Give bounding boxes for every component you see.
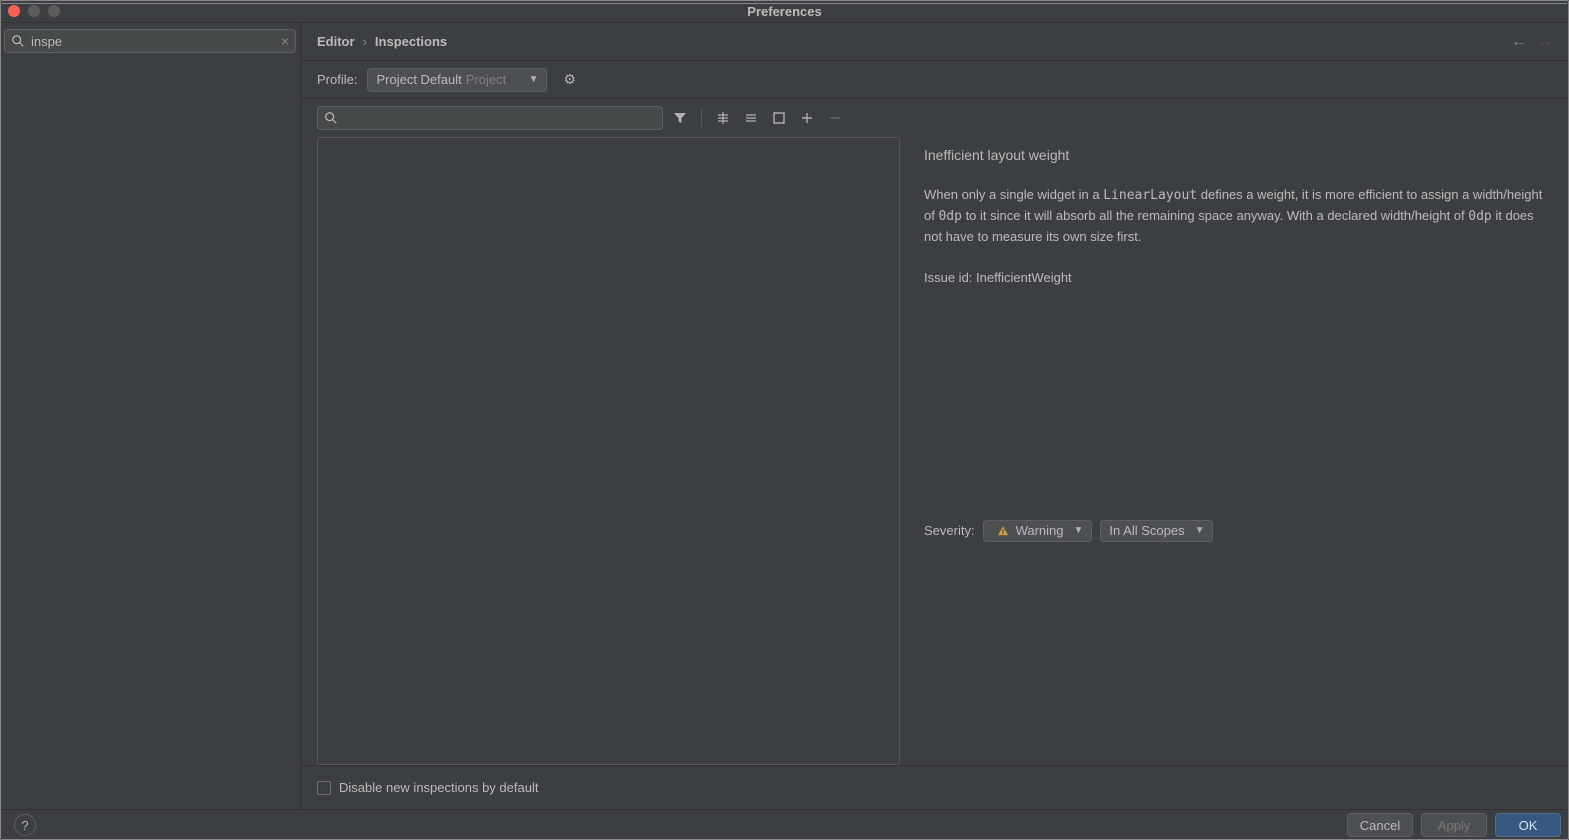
project-scope-icon xyxy=(457,36,471,48)
inspection-tree[interactable] xyxy=(317,137,900,765)
breadcrumb: Editor › Inspections ← → xyxy=(301,23,1569,61)
